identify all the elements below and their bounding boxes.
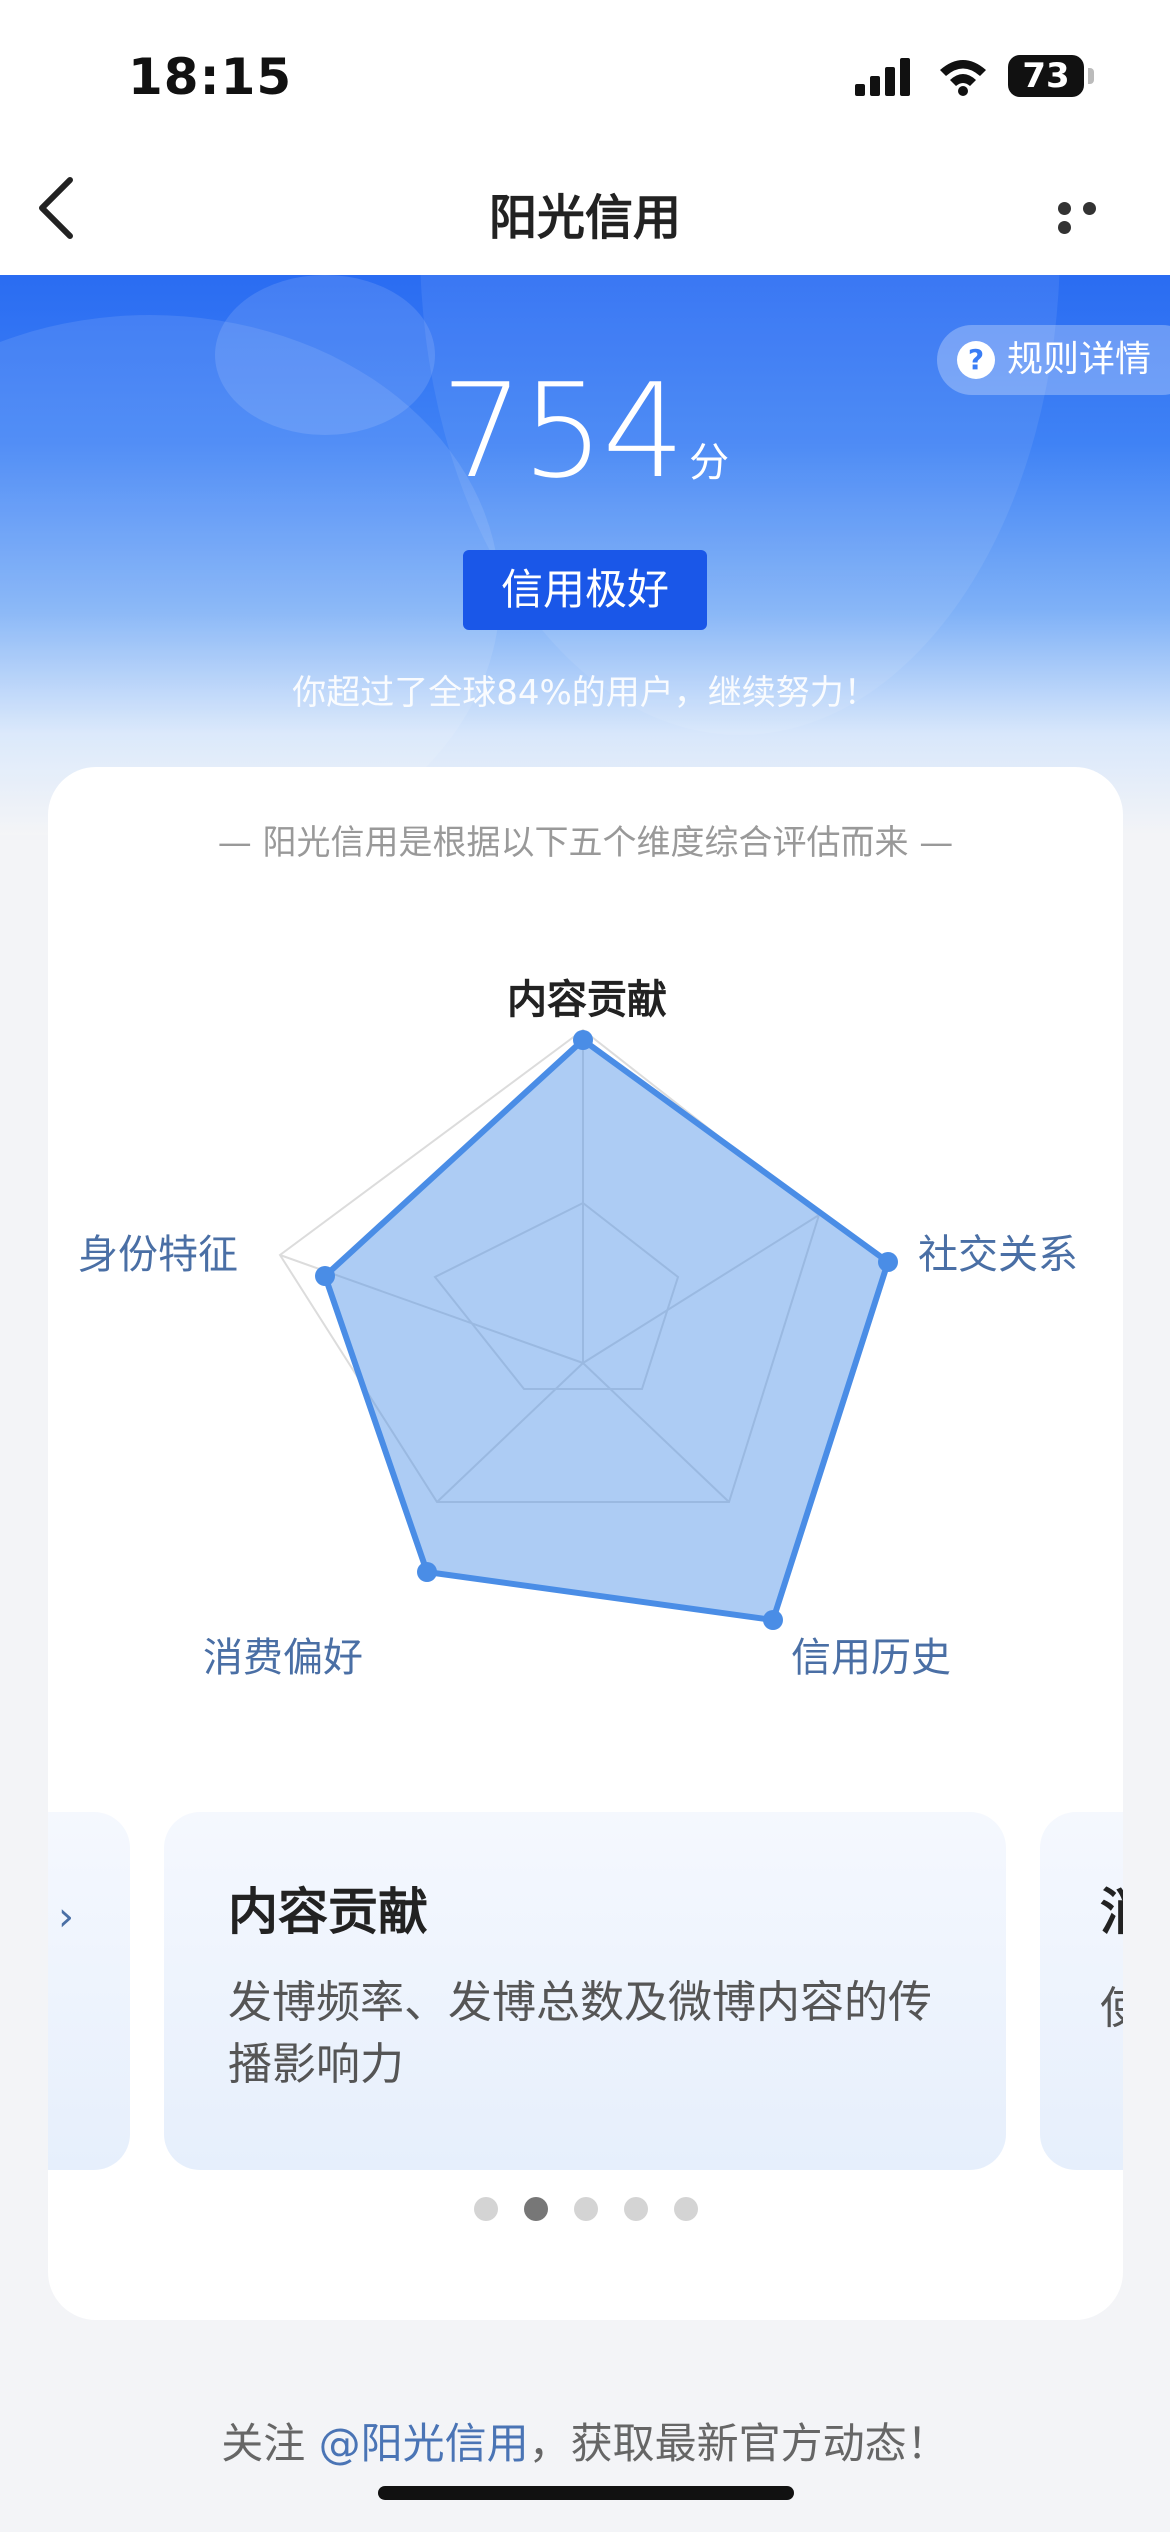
- score-value: 754: [440, 355, 685, 507]
- slide-description: 发博频率、发博总数及微博内容的传播影响力: [228, 1977, 932, 2090]
- wifi-icon: [940, 60, 986, 96]
- radar-point-social: [878, 1252, 898, 1272]
- footer-prefix: 关注: [221, 2419, 319, 2468]
- credit-level-badge: 信用极好: [463, 550, 707, 630]
- radar-label-social[interactable]: 社交关系: [918, 1222, 1078, 1280]
- cellular-signal-icon: [855, 58, 910, 96]
- page-title: 阳光信用: [488, 190, 681, 246]
- radar-point-identity: [315, 1266, 335, 1286]
- slide-title: 内容贡献: [228, 1883, 428, 1941]
- ranking-text: 你超过了全球84%的用户，继续努力！: [292, 673, 878, 713]
- status-time: 18:15: [128, 48, 293, 106]
- score-unit: 分: [689, 440, 730, 486]
- home-indicator[interactable]: [378, 2486, 794, 2500]
- radar-label-identity[interactable]: 身份特征: [78, 1222, 238, 1280]
- radar-point-consumption: [417, 1562, 437, 1582]
- follow-footer: 关注 @阳光信用，获取最新官方动态！: [0, 2410, 1170, 2471]
- dimension-carousel[interactable]: › 内容贡献 发博频率、发博总数及微博内容的传播影响力 消 使: [48, 1812, 1123, 2172]
- battery-tip: [1088, 68, 1094, 84]
- official-account-link[interactable]: @阳光信用: [319, 2419, 529, 2468]
- radar-label-content[interactable]: 内容贡献: [507, 967, 667, 1025]
- radar-label-consumption[interactable]: 消费偏好: [203, 1625, 363, 1683]
- score-header: ? 规则详情 754 分 信用极好 你超过了全球84%的用户，继续努力！: [0, 275, 1170, 835]
- footer-suffix: ，获取最新官方动态！: [528, 2419, 949, 2468]
- radar-point-history: [763, 1610, 783, 1630]
- pagination-dot[interactable]: [573, 2197, 598, 2221]
- radar-point-content: [573, 1030, 593, 1050]
- chevron-right-icon: ›: [58, 1894, 74, 1940]
- pagination-dot[interactable]: [673, 2197, 698, 2221]
- status-bar: 18:15 73: [0, 0, 1170, 150]
- slide-title-partial: 消: [1100, 1872, 1123, 1944]
- carousel-slide-current[interactable]: 内容贡献 发博频率、发博总数及微博内容的传播影响力: [164, 1812, 1006, 2170]
- pagination-dot[interactable]: [473, 2197, 498, 2221]
- radar-data-area: [322, 1037, 891, 1623]
- carousel-slide-next[interactable]: 消 使: [1040, 1812, 1123, 2170]
- carousel-slide-prev[interactable]: ›: [48, 1812, 130, 2170]
- dimensions-card: — 阳光信用是根据以下五个维度综合评估而来 — 内容贡献 社交关系 信用历史 消…: [48, 767, 1123, 2320]
- pagination-dot[interactable]: [623, 2197, 648, 2221]
- credit-score: 754 分: [0, 355, 1170, 507]
- nav-bar: 阳光信用: [0, 150, 1170, 275]
- slide-description-partial: 使: [1100, 1983, 1123, 2034]
- battery-indicator: 73: [1008, 55, 1084, 97]
- more-options-icon[interactable]: [1058, 200, 1130, 234]
- radar-label-history[interactable]: 信用历史: [791, 1625, 951, 1683]
- pagination-dot-active[interactable]: [523, 2197, 548, 2221]
- carousel-pagination: [48, 2197, 1123, 2225]
